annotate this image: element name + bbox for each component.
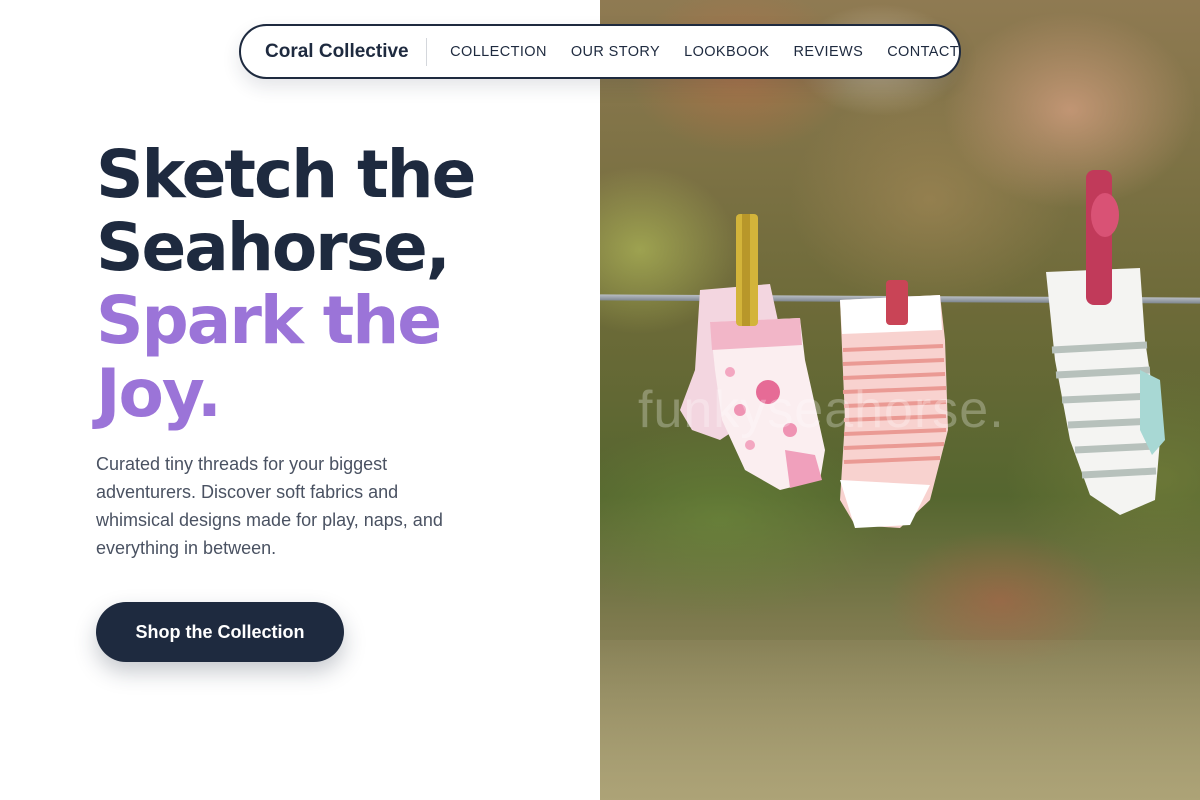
nav-links: COLLECTION OUR STORY LOOKBOOK REVIEWS CO… [450,44,959,60]
headline-line-3: Spark the [96,282,442,359]
shop-collection-button[interactable]: Shop the Collection [96,602,344,662]
headline-line-2: Seahorse, [96,209,451,286]
hero-headline: Sketch the Seahorse, Spark the Joy. [96,138,566,430]
hero-photo: funkyseahorse. [600,0,1200,800]
photo-watermark: funkyseahorse. [638,381,1005,439]
nav-link-collection[interactable]: COLLECTION [450,44,547,60]
nav-link-reviews[interactable]: REVIEWS [794,44,864,60]
nav-link-contact[interactable]: CONTACT [887,44,959,60]
nav-divider [425,37,427,66]
hero-description: Curated tiny threads for your biggest ad… [96,454,443,558]
brand-logo[interactable]: Coral Collective [265,41,409,63]
peg-magenta [1086,170,1112,305]
top-navigation: Coral Collective COLLECTION OUR STORY LO… [239,24,961,79]
headline-line-4: Joy. [96,355,222,432]
headline-line-1: Sketch the [96,136,476,213]
nav-link-our-story[interactable]: OUR STORY [571,44,660,60]
peg-red [886,280,908,325]
nav-link-lookbook[interactable]: LOOKBOOK [684,44,769,60]
